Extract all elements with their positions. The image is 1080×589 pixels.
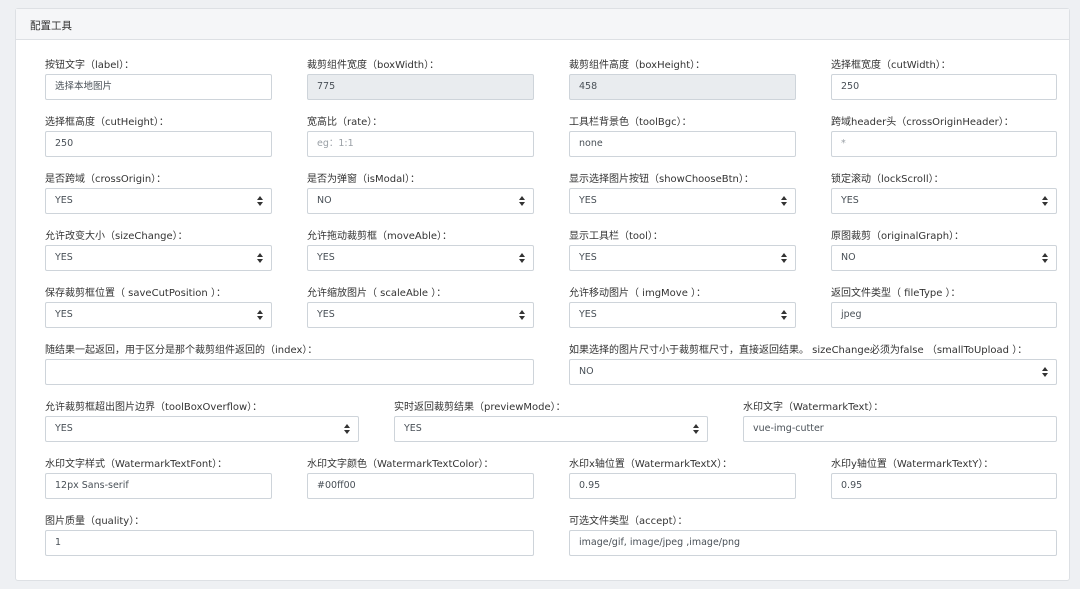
smallToUpload-select[interactable]: NO	[569, 359, 1057, 385]
WatermarkTextFont-label: 水印文字样式（WatermarkTextFont）：	[45, 459, 228, 470]
toolBgc-input[interactable]: none	[569, 131, 796, 157]
crossOrigin-select[interactable]: YES	[45, 188, 272, 214]
toolBgc-label: 工具栏背景色（toolBgc）：	[569, 117, 692, 128]
previewMode-label: 实时返回裁剪结果（previewMode）：	[394, 402, 566, 413]
showChooseBtn-label: 显示选择图片按钮（showChooseBtn）：	[569, 174, 754, 185]
select-arrows-icon	[1042, 195, 1048, 207]
previewMode-value: YES	[404, 423, 422, 434]
select-arrows-icon	[1042, 252, 1048, 264]
sizeChange-label: 允许改变大小（sizeChange）：	[45, 231, 188, 242]
moveAble-value: YES	[317, 252, 335, 263]
quality-label: 图片质量（quality）：	[45, 516, 145, 527]
crossOriginHeader-input[interactable]: *	[831, 131, 1057, 157]
toolBoxOverflow-select[interactable]: YES	[45, 416, 359, 442]
imgMove-label: 允许移动图片（ imgMove ）：	[569, 288, 707, 299]
tool-select[interactable]: YES	[569, 245, 796, 271]
originalGraph-label: 原图裁剪（originalGraph）：	[831, 231, 965, 242]
scaleAble-value: YES	[317, 309, 335, 320]
scaleAble-select[interactable]: YES	[307, 302, 534, 328]
fileType-label: 返回文件类型（ fileType ）：	[831, 288, 961, 299]
label-input[interactable]: 选择本地图片	[45, 74, 272, 100]
lockScroll-select[interactable]: YES	[831, 188, 1057, 214]
select-arrows-icon	[519, 252, 525, 264]
WatermarkText-input[interactable]: vue-img-cutter	[743, 416, 1057, 442]
WatermarkTextY-input[interactable]: 0.95	[831, 473, 1057, 499]
select-arrows-icon	[257, 252, 263, 264]
originalGraph-value: NO	[841, 252, 856, 263]
select-arrows-icon	[519, 309, 525, 321]
previewMode-select[interactable]: YES	[394, 416, 708, 442]
crossOriginHeader-label: 跨域header头（crossOriginHeader）：	[831, 117, 1014, 128]
scaleAble-label: 允许缩放图片（ scaleAble ）：	[307, 288, 447, 299]
WatermarkTextX-input[interactable]: 0.95	[569, 473, 796, 499]
cutHeight-label: 选择框高度（cutHeight）：	[45, 117, 169, 128]
select-arrows-icon	[781, 309, 787, 321]
WatermarkTextY-label: 水印y轴位置（WatermarkTextY）：	[831, 459, 994, 470]
isModal-select[interactable]: NO	[307, 188, 534, 214]
accept-label: 可选文件类型（accept）：	[569, 516, 688, 527]
toolBoxOverflow-value: YES	[55, 423, 73, 434]
accept-input[interactable]: image/gif, image/jpeg ,image/png	[569, 530, 1057, 556]
originalGraph-select[interactable]: NO	[831, 245, 1057, 271]
imgMove-select[interactable]: YES	[569, 302, 796, 328]
rate-label: 宽高比（rate）：	[307, 117, 383, 128]
tool-value: YES	[579, 252, 597, 263]
boxWidth-input: 775	[307, 74, 534, 100]
isModal-label: 是否为弹窗（isModal）：	[307, 174, 420, 185]
select-arrows-icon	[693, 423, 699, 435]
rate-input[interactable]: eg：1:1	[307, 131, 534, 157]
boxHeight-input: 458	[569, 74, 796, 100]
index-label: 随结果一起返回，用于区分是那个裁剪组件返回的（index）：	[45, 345, 318, 356]
select-arrows-icon	[781, 195, 787, 207]
sizeChange-select[interactable]: YES	[45, 245, 272, 271]
cutHeight-input[interactable]: 250	[45, 131, 272, 157]
toolBoxOverflow-label: 允许裁剪框超出图片边界（toolBoxOverflow）：	[45, 402, 263, 413]
boxHeight-label: 裁剪组件高度（boxHeight）：	[569, 60, 706, 71]
saveCutPosition-label: 保存裁剪框位置（ saveCutPosition ）：	[45, 288, 226, 299]
config-panel: 配置工具 按钮文字（label）： 选择本地图片 裁剪组件宽度（boxWidth…	[15, 8, 1070, 581]
tool-label: 显示工具栏（tool）：	[569, 231, 663, 242]
WatermarkTextX-label: 水印x轴位置（WatermarkTextX）：	[569, 459, 733, 470]
crossOrigin-label: 是否跨域（crossOrigin）：	[45, 174, 167, 185]
select-arrows-icon	[1042, 366, 1048, 378]
cutWidth-input[interactable]: 250	[831, 74, 1057, 100]
sizeChange-value: YES	[55, 252, 73, 263]
showChooseBtn-select[interactable]: YES	[569, 188, 796, 214]
index-input[interactable]	[45, 359, 534, 385]
moveAble-select[interactable]: YES	[307, 245, 534, 271]
boxWidth-label: 裁剪组件宽度（boxWidth）：	[307, 60, 440, 71]
WatermarkText-label: 水印文字（WatermarkText）：	[743, 402, 884, 413]
smallToUpload-label: 如果选择的图片尺寸小于裁剪框尺寸，直接返回结果。 sizeChange必须为fa…	[569, 345, 1028, 356]
lockScroll-label: 锁定滚动（lockScroll）：	[831, 174, 944, 185]
quality-input[interactable]: 1	[45, 530, 534, 556]
panel-title: 配置工具	[16, 9, 1069, 40]
saveCutPosition-select[interactable]: YES	[45, 302, 272, 328]
lockScroll-value: YES	[841, 195, 859, 206]
WatermarkTextFont-input[interactable]: 12px Sans-serif	[45, 473, 272, 499]
imgMove-value: YES	[579, 309, 597, 320]
showChooseBtn-value: YES	[579, 195, 597, 206]
select-arrows-icon	[257, 195, 263, 207]
saveCutPosition-value: YES	[55, 309, 73, 320]
moveAble-label: 允许拖动裁剪框（moveAble）：	[307, 231, 453, 242]
crossOrigin-value: YES	[55, 195, 73, 206]
WatermarkTextColor-input[interactable]: #00ff00	[307, 473, 534, 499]
select-arrows-icon	[781, 252, 787, 264]
select-arrows-icon	[257, 309, 263, 321]
isModal-value: NO	[317, 195, 332, 206]
fileType-input[interactable]: jpeg	[831, 302, 1057, 328]
WatermarkTextColor-label: 水印文字颜色（WatermarkTextColor）：	[307, 459, 494, 470]
cutWidth-label: 选择框宽度（cutWidth）：	[831, 60, 951, 71]
select-arrows-icon	[344, 423, 350, 435]
smallToUpload-value: NO	[579, 366, 594, 377]
select-arrows-icon	[519, 195, 525, 207]
field-label-label: 按钮文字（label）：	[45, 60, 135, 71]
